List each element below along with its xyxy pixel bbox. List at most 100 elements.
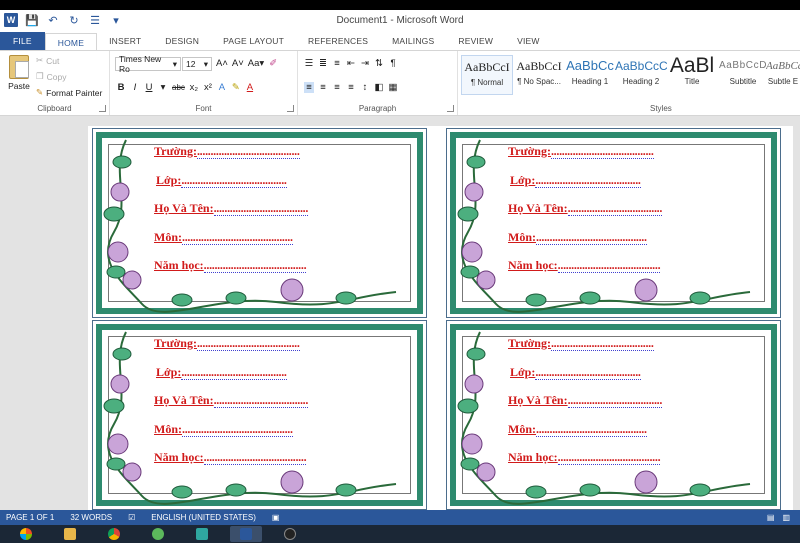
superscript-icon[interactable]: x² <box>203 82 213 93</box>
chevron-down-icon[interactable]: ▾ <box>158 82 168 93</box>
app-icon <box>152 528 164 540</box>
increase-indent-icon[interactable]: ⇥ <box>360 58 370 69</box>
show-marks-icon[interactable]: ¶ <box>388 58 398 69</box>
taskbar-word[interactable] <box>230 526 262 542</box>
align-center-icon[interactable]: ≡ <box>318 82 328 93</box>
underline-icon[interactable]: U <box>144 82 154 93</box>
tab-home[interactable]: HOME <box>44 33 98 51</box>
macro-icon[interactable]: ▣ <box>272 513 280 522</box>
strikethrough-icon[interactable]: abc <box>172 83 185 92</box>
alignment-tools: ≡ ≡ ≡ ≡ ↕ ◧ ▦ <box>304 82 398 93</box>
style-heading-1[interactable]: AaBbCc Heading 1 <box>564 55 616 95</box>
clipboard-icon <box>9 55 29 79</box>
bold-icon[interactable]: B <box>116 82 126 93</box>
font-name-select[interactable]: Times New Ro ▾ <box>115 54 181 74</box>
taskbar-app-green[interactable] <box>142 526 174 542</box>
style-no-spacing[interactable]: AaBbCcI ¶ No Spac... <box>513 55 565 95</box>
field-label: Trường: <box>508 336 551 350</box>
field-label: Họ Và Tên: <box>154 201 214 215</box>
multilevel-list-icon[interactable]: ≡ <box>332 58 342 69</box>
subscript-icon[interactable]: x₂ <box>189 82 199 93</box>
justify-icon[interactable]: ≡ <box>346 82 356 93</box>
language-indicator[interactable]: ENGLISH (UNITED STATES) <box>151 513 256 522</box>
tab-page-layout[interactable]: PAGE LAYOUT <box>211 32 296 50</box>
field-nam-hoc: Năm học:................................… <box>154 450 308 479</box>
label-card[interactable]: Trường:.................................… <box>92 128 427 318</box>
field-truong: Trường:.................................… <box>154 336 308 365</box>
bullets-icon[interactable]: ☰ <box>304 58 314 69</box>
paragraph-launcher-icon[interactable] <box>447 105 454 112</box>
clipboard-launcher-icon[interactable] <box>99 105 106 112</box>
align-right-icon[interactable]: ≡ <box>332 82 342 93</box>
font-color-icon[interactable]: A <box>245 82 255 93</box>
field-label: Trường: <box>154 336 197 350</box>
page-count[interactable]: PAGE 1 OF 1 <box>6 513 54 522</box>
document-page[interactable]: Trường:.................................… <box>88 126 793 510</box>
windows-logo-icon <box>20 528 32 540</box>
field-dots: ....................................... <box>181 172 287 188</box>
borders-icon[interactable]: ▦ <box>388 82 398 93</box>
label-card[interactable]: Trường:.................................… <box>446 128 781 318</box>
word-count[interactable]: 32 WORDS <box>70 513 112 522</box>
tab-mailings[interactable]: MAILINGS <box>380 32 446 50</box>
style-heading-2[interactable]: AaBbCcC Heading 2 <box>615 55 667 95</box>
label-card[interactable]: Trường:.................................… <box>446 320 781 510</box>
format-painter-button[interactable]: ✎ Format Painter <box>36 87 102 98</box>
document-area[interactable]: Trường:.................................… <box>0 116 800 510</box>
field-nam-hoc: Năm học:................................… <box>508 450 662 479</box>
status-bar: PAGE 1 OF 1 32 WORDS ☑ ENGLISH (UNITED S… <box>0 510 800 525</box>
decrease-indent-icon[interactable]: ⇤ <box>346 58 356 69</box>
style-title[interactable]: AaBl Title <box>666 55 718 95</box>
clipboard-group-label: Clipboard <box>37 104 72 113</box>
highlight-icon[interactable]: ✎ <box>231 82 241 93</box>
shrink-font-icon[interactable]: A˅ <box>232 58 244 69</box>
field-label: Năm học: <box>508 258 558 272</box>
taskbar-chrome[interactable] <box>98 526 130 542</box>
field-dots: ........................................… <box>182 229 293 245</box>
font-launcher-icon[interactable] <box>287 105 294 112</box>
clear-formatting-icon[interactable]: ✐ <box>268 58 278 69</box>
format-painter-label: Format Painter <box>46 87 103 98</box>
style-subtle-emphasis[interactable]: AaBbCcE Subtle E <box>766 55 800 95</box>
style-subtitle[interactable]: AaBbCcD Subtitle <box>717 55 769 95</box>
word-icon <box>240 528 252 540</box>
sort-icon[interactable]: ⇅ <box>374 58 384 69</box>
tab-design[interactable]: DESIGN <box>153 32 211 50</box>
field-dots: ................................... <box>213 393 309 408</box>
taskbar-recorder[interactable] <box>274 526 306 542</box>
tab-review[interactable]: REVIEW <box>446 32 505 50</box>
print-layout-icon[interactable]: ▥ <box>782 513 790 522</box>
grow-font-icon[interactable]: A˄ <box>216 58 228 69</box>
tab-view[interactable]: VIEW <box>505 32 552 50</box>
tab-references[interactable]: REFERENCES <box>296 32 380 50</box>
cut-button[interactable]: ✂ Cut <box>36 55 59 66</box>
taskbar-explorer[interactable] <box>54 526 86 542</box>
text-effects-icon[interactable]: A <box>217 82 227 93</box>
font-size-select[interactable]: 12 ▾ <box>182 57 212 71</box>
field-dots: ........................................… <box>536 229 647 245</box>
read-mode-icon[interactable]: ▤ <box>767 513 775 522</box>
taskbar-app-edit[interactable] <box>186 526 218 542</box>
paste-button[interactable]: Paste <box>5 55 33 91</box>
field-lop: Lớp:....................................… <box>156 172 310 202</box>
shading-icon[interactable]: ◧ <box>374 82 384 93</box>
field-label: Năm học: <box>154 258 204 272</box>
italic-icon[interactable]: I <box>130 82 140 93</box>
change-case-icon[interactable]: Aa▾ <box>248 58 264 69</box>
line-spacing-icon[interactable]: ↕ <box>360 82 370 93</box>
tab-insert[interactable]: INSERT <box>97 32 153 50</box>
field-ho-va-ten: Họ Và Tên:..............................… <box>508 201 662 230</box>
tab-file[interactable]: FILE <box>0 32 45 50</box>
start-button[interactable] <box>10 526 42 542</box>
align-left-icon[interactable]: ≡ <box>304 82 314 93</box>
proofing-icon[interactable]: ☑ <box>128 513 135 522</box>
taskbar <box>0 525 800 543</box>
style-normal[interactable]: AaBbCcI ¶ Normal <box>461 55 513 95</box>
copy-button[interactable]: ❐ Copy <box>36 71 66 82</box>
chrome-icon <box>108 528 120 540</box>
label-card[interactable]: Trường:.................................… <box>92 320 427 510</box>
style-sample: AaBbCcI <box>464 60 510 74</box>
field-label: Lớp: <box>156 172 182 187</box>
numbering-icon[interactable]: ≣ <box>318 58 328 69</box>
field-dots: ........................................… <box>536 421 647 437</box>
